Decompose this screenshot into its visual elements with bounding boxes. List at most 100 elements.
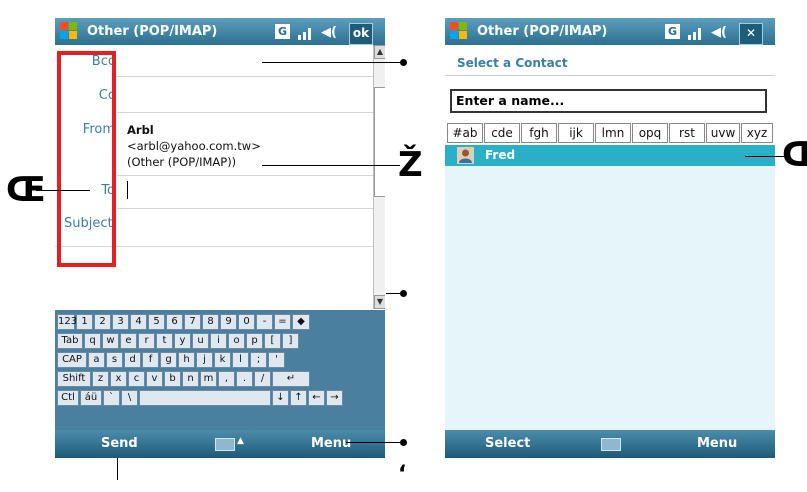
windows-logo-icon[interactable] (60, 22, 78, 40)
key[interactable]: ↵ (272, 371, 310, 387)
key[interactable]: \ (121, 390, 138, 406)
key[interactable]: k (214, 352, 231, 368)
close-button[interactable]: ✕ (739, 23, 763, 45)
key[interactable]: - (256, 314, 273, 330)
list-item[interactable]: Fred (445, 145, 775, 166)
tab-opq[interactable]: opq (632, 123, 668, 143)
key[interactable]: g (160, 352, 177, 368)
title-bar: Other (POP/IMAP) G ◀︎( ok (55, 18, 385, 45)
name-search-input[interactable]: Enter a name... (450, 89, 767, 113)
key[interactable]: p (246, 333, 263, 349)
key[interactable]: 1 (76, 314, 93, 330)
key[interactable]: b (164, 371, 181, 387)
key[interactable]: . (236, 371, 253, 387)
key[interactable]: ◆ (292, 314, 310, 330)
signal-icon[interactable] (687, 24, 705, 40)
key[interactable]: áü (80, 390, 102, 406)
key[interactable]: ↓ (272, 390, 289, 406)
key[interactable]: c (128, 371, 145, 387)
key[interactable]: ] (282, 333, 299, 349)
key[interactable]: Shift (57, 371, 91, 387)
key[interactable]: m (200, 371, 217, 387)
key[interactable]: w (102, 333, 119, 349)
select-softkey[interactable]: Select (485, 436, 530, 451)
key[interactable]: ← (308, 390, 325, 406)
g-icon[interactable]: G (665, 24, 680, 39)
key[interactable]: t (156, 333, 173, 349)
key[interactable]: ↑ (290, 390, 307, 406)
key[interactable]: l (232, 352, 249, 368)
key[interactable]: → (326, 390, 343, 406)
key[interactable]: a (88, 352, 105, 368)
contact-person-icon (457, 147, 474, 164)
caret-up-icon[interactable]: ▲ (237, 436, 244, 446)
tab-cde[interactable]: cde (484, 123, 520, 143)
key[interactable]: d (124, 352, 141, 368)
scroll-up-arrow-icon[interactable]: ▲ (374, 45, 385, 59)
tab-fgh[interactable]: fgh (521, 123, 557, 143)
tab-rst[interactable]: rst (669, 123, 705, 143)
key[interactable]: Tab (57, 333, 83, 349)
tab-ijk[interactable]: ijk (558, 123, 594, 143)
key[interactable]: Ctl (57, 390, 79, 406)
tab-ab[interactable]: #ab (447, 123, 483, 143)
scroll-thumb[interactable] (374, 87, 385, 197)
key[interactable]: 4 (130, 314, 147, 330)
key[interactable]: j (196, 352, 213, 368)
key[interactable]: 123 (57, 314, 77, 330)
from-account[interactable]: Arbl <arbl@yahoo.com.tw> (Other (POP/IMA… (127, 122, 261, 170)
keyboard-icon[interactable] (601, 438, 621, 451)
signal-icon[interactable] (297, 24, 315, 40)
to-input-caret[interactable] (127, 181, 128, 199)
key[interactable]: e (120, 333, 137, 349)
windows-logo-icon[interactable] (450, 22, 468, 40)
softkey-bar: Send ▲ Menu (55, 430, 385, 458)
key[interactable]: q (84, 333, 101, 349)
key[interactable]: 8 (202, 314, 219, 330)
speaker-icon[interactable]: ◀︎( (711, 25, 727, 40)
key[interactable]: i (210, 333, 227, 349)
page-title: Select a Contact (457, 56, 568, 70)
space-key[interactable] (139, 390, 271, 406)
menu-softkey[interactable]: Menu (311, 436, 351, 451)
key[interactable]: x (110, 371, 127, 387)
key[interactable]: ; (250, 352, 267, 368)
key[interactable]: ' (268, 352, 285, 368)
key[interactable]: 5 (148, 314, 165, 330)
tab-lmn[interactable]: lmn (595, 123, 631, 143)
key[interactable]: r (138, 333, 155, 349)
key[interactable]: [ (264, 333, 281, 349)
key[interactable]: , (218, 371, 235, 387)
key[interactable]: = (274, 314, 291, 330)
key[interactable]: / (254, 371, 271, 387)
key[interactable]: v (146, 371, 163, 387)
menu-softkey[interactable]: Menu (697, 436, 737, 451)
from-callout-marker: Ž (398, 145, 423, 185)
key[interactable]: z (92, 371, 109, 387)
key[interactable]: 2 (94, 314, 111, 330)
key[interactable]: n (182, 371, 199, 387)
key[interactable]: ` (103, 390, 120, 406)
keyboard-icon[interactable] (215, 438, 235, 451)
key[interactable]: f (142, 352, 159, 368)
speaker-icon[interactable]: ◀︎( (321, 25, 337, 40)
key[interactable]: h (178, 352, 195, 368)
send-softkey[interactable]: Send (101, 436, 138, 451)
key[interactable]: y (174, 333, 191, 349)
key[interactable]: o (228, 333, 245, 349)
key[interactable]: 3 (112, 314, 129, 330)
key[interactable]: 7 (184, 314, 201, 330)
key[interactable]: u (192, 333, 209, 349)
key[interactable]: s (106, 352, 123, 368)
key[interactable]: 0 (238, 314, 255, 330)
scroll-down-arrow-icon[interactable]: ▼ (374, 295, 385, 309)
g-icon[interactable]: G (275, 24, 290, 39)
key[interactable]: 9 (220, 314, 237, 330)
tab-xyz[interactable]: xyz (741, 123, 773, 143)
tab-uvw[interactable]: uvw (706, 123, 740, 143)
window-title: Other (POP/IMAP) (477, 24, 608, 39)
key[interactable]: CAP (57, 352, 87, 368)
key[interactable]: 6 (166, 314, 183, 330)
scrollbar[interactable]: ▲ ▼ (373, 45, 385, 309)
ok-button[interactable]: ok (349, 23, 373, 45)
